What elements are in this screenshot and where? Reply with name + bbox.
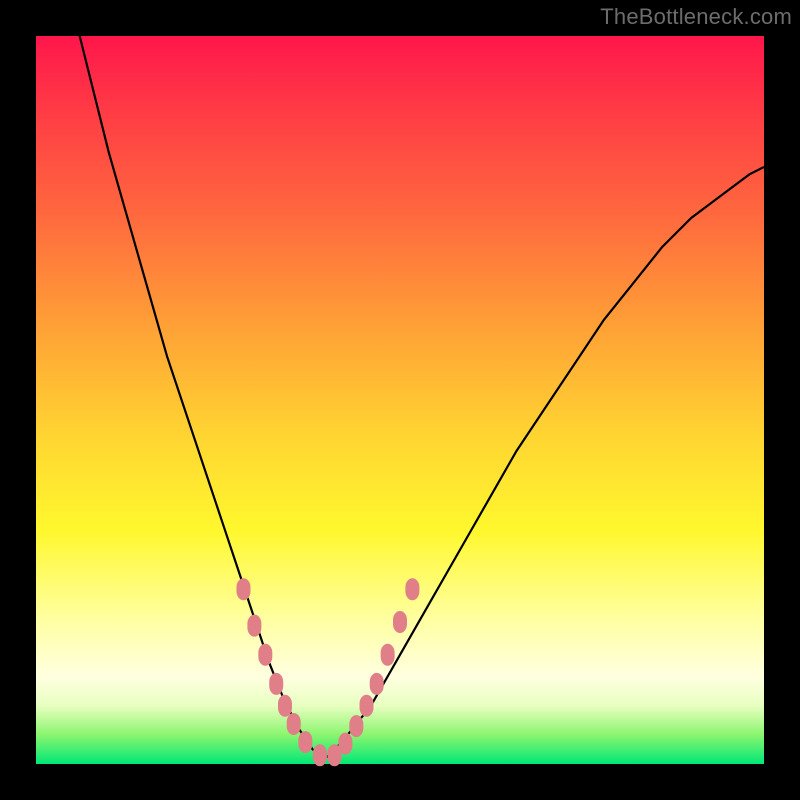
marker-dot bbox=[287, 713, 301, 735]
marker-dot bbox=[381, 644, 395, 666]
marker-dot bbox=[236, 578, 250, 600]
marker-dot bbox=[298, 731, 312, 753]
marker-dot bbox=[247, 615, 261, 637]
highlight-markers bbox=[236, 578, 419, 766]
marker-dot bbox=[269, 673, 283, 695]
chart-frame: TheBottleneck.com bbox=[0, 0, 800, 800]
marker-dot bbox=[349, 715, 363, 737]
marker-dot bbox=[405, 578, 419, 600]
curve-layer bbox=[36, 36, 764, 764]
marker-dot bbox=[360, 695, 374, 717]
marker-dot bbox=[338, 733, 352, 755]
plot-area bbox=[36, 36, 764, 764]
marker-dot bbox=[313, 744, 327, 766]
marker-dot bbox=[393, 611, 407, 633]
marker-dot bbox=[370, 673, 384, 695]
watermark-text: TheBottleneck.com bbox=[600, 4, 792, 30]
bottleneck-curve bbox=[80, 36, 764, 757]
marker-dot bbox=[258, 644, 272, 666]
marker-dot bbox=[278, 695, 292, 717]
